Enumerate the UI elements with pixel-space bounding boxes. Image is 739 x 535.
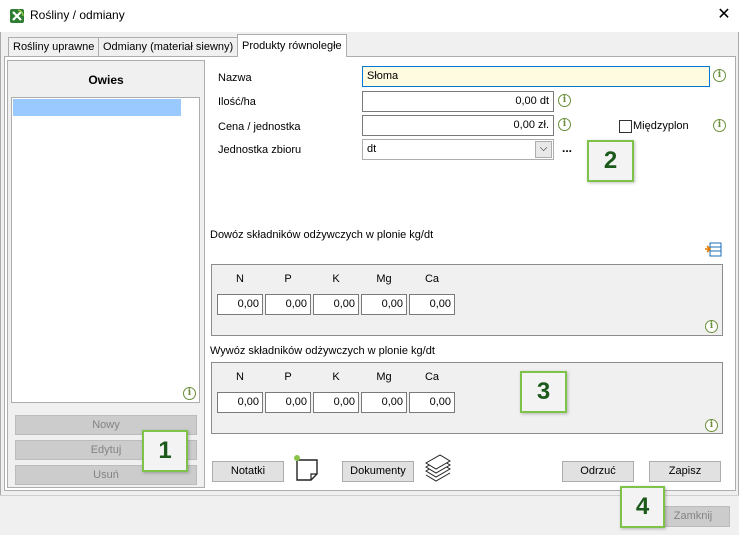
documents-button[interactable]: Dokumenty bbox=[342, 461, 414, 482]
chevron-down-icon[interactable]: ⌵ bbox=[535, 141, 552, 158]
export-info-icon[interactable]: i bbox=[705, 419, 718, 432]
price-info-icon[interactable]: i bbox=[558, 118, 571, 131]
table-import-icon[interactable] bbox=[704, 241, 722, 258]
export-col-k: K bbox=[332, 371, 340, 383]
price-field[interactable]: 0,00 zł. bbox=[362, 115, 554, 136]
import-value-p[interactable]: 0,00 bbox=[265, 294, 311, 315]
catch-crop-label: Międzyplon bbox=[633, 120, 689, 132]
export-col-mg: Mg bbox=[376, 371, 392, 383]
import-value-k[interactable]: 0,00 bbox=[313, 294, 359, 315]
callout-marker-1: 1 bbox=[142, 430, 188, 472]
unit-select[interactable]: dt bbox=[362, 139, 554, 160]
export-value-p[interactable]: 0,00 bbox=[265, 392, 311, 413]
name-info-icon[interactable]: i bbox=[713, 69, 726, 82]
import-col-mg: Mg bbox=[376, 273, 392, 285]
qty-label: Ilość/ha bbox=[218, 96, 256, 108]
unit-select-value: dt bbox=[367, 143, 377, 155]
name-field[interactable]: Słoma bbox=[362, 66, 710, 87]
import-value-n[interactable]: 0,00 bbox=[217, 294, 263, 315]
export-section-title: Wywóz składników odżywczych w plonie kg/… bbox=[210, 345, 435, 357]
catch-crop-info-icon[interactable]: i bbox=[713, 119, 726, 132]
unit-label: Jednostka zbioru bbox=[218, 144, 302, 156]
info-icon[interactable]: i bbox=[183, 387, 196, 400]
qty-field[interactable]: 0,00 dt bbox=[362, 91, 554, 112]
documents-stack-icon[interactable] bbox=[422, 451, 454, 483]
export-value-n[interactable]: 0,00 bbox=[217, 392, 263, 413]
callout-marker-2: 2 bbox=[587, 140, 634, 182]
title-bar: Rośliny / odmiany ✕ bbox=[0, 0, 739, 32]
reject-button[interactable]: Odrzuć bbox=[562, 461, 634, 482]
import-col-ca: Ca bbox=[424, 273, 440, 285]
import-section-title: Dowóz składników odżywczych w plonie kg/… bbox=[210, 229, 434, 241]
import-col-p: P bbox=[284, 273, 292, 285]
callout-marker-3: 3 bbox=[520, 371, 567, 413]
qty-info-icon[interactable]: i bbox=[558, 94, 571, 107]
tab-varieties[interactable]: Odmiany (materiał siewny) bbox=[98, 37, 239, 56]
price-label: Cena / jednostka bbox=[218, 121, 301, 133]
import-info-icon[interactable]: i bbox=[705, 320, 718, 333]
close-button[interactable]: Zamknij bbox=[656, 506, 730, 527]
export-value-k[interactable]: 0,00 bbox=[313, 392, 359, 413]
tab-crops[interactable]: Rośliny uprawne bbox=[8, 37, 100, 56]
catch-crop-checkbox[interactable] bbox=[619, 120, 632, 133]
app-icon bbox=[10, 9, 24, 23]
export-col-p: P bbox=[284, 371, 292, 383]
export-value-ca[interactable]: 0,00 bbox=[409, 392, 455, 413]
import-value-mg[interactable]: 0,00 bbox=[361, 294, 407, 315]
export-value-mg[interactable]: 0,00 bbox=[361, 392, 407, 413]
save-button[interactable]: Zapisz bbox=[649, 461, 721, 482]
export-col-ca: Ca bbox=[424, 371, 440, 383]
export-col-n: N bbox=[236, 371, 244, 383]
window-title: Rośliny / odmiany bbox=[30, 8, 125, 22]
list-item-selected[interactable] bbox=[13, 99, 181, 116]
tab-parallel-products[interactable]: Produkty równoległe bbox=[237, 34, 347, 57]
product-list[interactable] bbox=[11, 97, 200, 403]
unit-more-button[interactable]: ... bbox=[562, 141, 572, 155]
import-value-ca[interactable]: 0,00 bbox=[409, 294, 455, 315]
close-icon[interactable]: ✕ bbox=[713, 4, 735, 26]
import-col-k: K bbox=[332, 273, 340, 285]
import-col-n: N bbox=[236, 273, 244, 285]
callout-marker-4: 4 bbox=[620, 486, 665, 528]
note-icon[interactable] bbox=[292, 454, 322, 482]
crop-name-header: Owies bbox=[88, 73, 124, 87]
notes-button[interactable]: Notatki bbox=[212, 461, 284, 482]
name-label: Nazwa bbox=[218, 72, 252, 84]
